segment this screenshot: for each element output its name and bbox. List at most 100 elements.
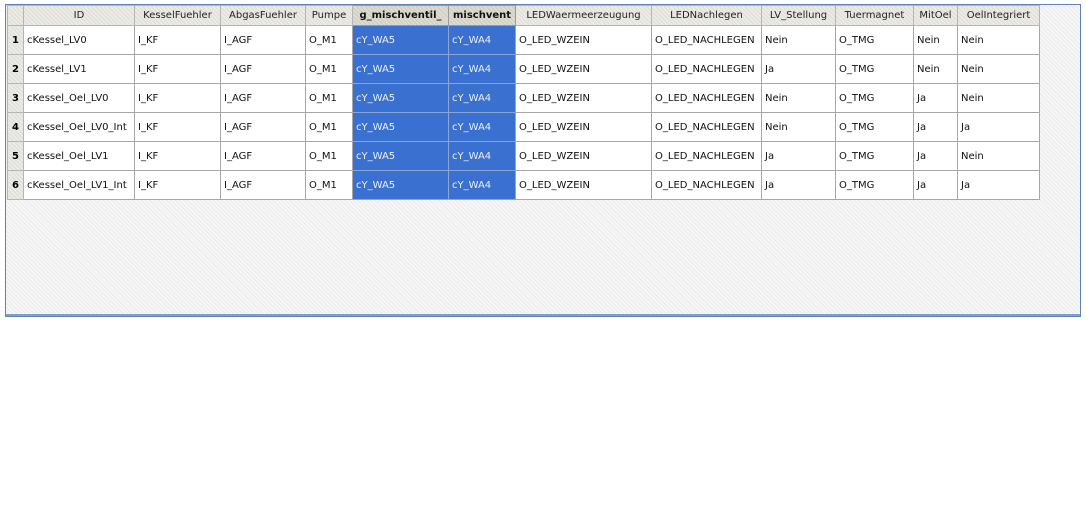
cell[interactable]: Ja bbox=[913, 83, 958, 113]
cell[interactable]: O_LED_WZEIN bbox=[515, 170, 652, 200]
column-header-lv-stellung[interactable]: LV_Stellung bbox=[761, 5, 836, 26]
column-header-g-mischventil[interactable]: g_mischventil_ bbox=[352, 5, 449, 26]
cell[interactable]: O_LED_NACHLEGEN bbox=[651, 83, 762, 113]
cell[interactable]: Nein bbox=[913, 25, 958, 55]
cell[interactable]: I_AGF bbox=[220, 170, 306, 200]
data-table: ID KesselFuehler AbgasFuehler Pumpe g_mi… bbox=[7, 5, 1040, 200]
cell[interactable]: I_KF bbox=[134, 83, 221, 113]
cell[interactable]: Nein bbox=[957, 83, 1040, 113]
cell[interactable]: O_LED_NACHLEGEN bbox=[651, 170, 762, 200]
cell[interactable]: Ja bbox=[761, 170, 836, 200]
column-header-ledwaermeerzeugung[interactable]: LEDWaermeerzeugung bbox=[515, 5, 652, 26]
cell[interactable]: I_AGF bbox=[220, 54, 306, 84]
table-row[interactable]: 3 cKessel_Oel_LV0 I_KF I_AGF O_M1 cY_WA5… bbox=[7, 83, 1040, 113]
column-header-mischvent[interactable]: mischvent bbox=[448, 5, 516, 26]
cell[interactable]: O_LED_NACHLEGEN bbox=[651, 112, 762, 142]
cell[interactable]: Ja bbox=[761, 141, 836, 171]
column-header-kesselfuehler[interactable]: KesselFuehler bbox=[134, 5, 221, 26]
cell[interactable]: O_M1 bbox=[305, 25, 353, 55]
selected-cell[interactable]: cY_WA5 bbox=[352, 170, 449, 200]
row-header[interactable]: 1 bbox=[7, 25, 24, 55]
cell[interactable]: O_TMG bbox=[835, 112, 914, 142]
column-header-tuermagnet[interactable]: Tuermagnet bbox=[835, 5, 914, 26]
cell[interactable]: Nein bbox=[761, 112, 836, 142]
table-row[interactable]: 6 cKessel_Oel_LV1_Int I_KF I_AGF O_M1 cY… bbox=[7, 170, 1040, 200]
column-header-lednachlegen[interactable]: LEDNachlegen bbox=[651, 5, 762, 26]
cell[interactable]: Ja bbox=[913, 141, 958, 171]
cell[interactable]: O_TMG bbox=[835, 141, 914, 171]
selected-cell[interactable]: cY_WA4 bbox=[448, 54, 516, 84]
selected-cell[interactable]: cY_WA5 bbox=[352, 54, 449, 84]
cell[interactable]: Ja bbox=[957, 112, 1040, 142]
cell[interactable]: O_LED_WZEIN bbox=[515, 141, 652, 171]
cell[interactable]: O_M1 bbox=[305, 170, 353, 200]
table-row[interactable]: 1 cKessel_LV0 I_KF I_AGF O_M1 cY_WA5 cY_… bbox=[7, 25, 1040, 55]
row-header[interactable]: 4 bbox=[7, 112, 24, 142]
table-row[interactable]: 4 cKessel_Oel_LV0_Int I_KF I_AGF O_M1 cY… bbox=[7, 112, 1040, 142]
cell[interactable]: I_KF bbox=[134, 112, 221, 142]
cell[interactable]: Nein bbox=[957, 25, 1040, 55]
cell[interactable]: O_TMG bbox=[835, 54, 914, 84]
corner-select-all[interactable] bbox=[7, 5, 24, 26]
cell[interactable]: Nein bbox=[913, 54, 958, 84]
cell[interactable]: Nein bbox=[761, 83, 836, 113]
cell[interactable]: O_M1 bbox=[305, 83, 353, 113]
cell[interactable]: O_TMG bbox=[835, 25, 914, 55]
selected-cell[interactable]: cY_WA4 bbox=[448, 112, 516, 142]
cell[interactable]: O_LED_WZEIN bbox=[515, 112, 652, 142]
cell[interactable]: Ja bbox=[913, 170, 958, 200]
cell[interactable]: Nein bbox=[957, 141, 1040, 171]
cell[interactable]: O_M1 bbox=[305, 112, 353, 142]
row-header[interactable]: 2 bbox=[7, 54, 24, 84]
cell[interactable]: Nein bbox=[761, 25, 836, 55]
cell[interactable]: Nein bbox=[957, 54, 1040, 84]
selected-cell[interactable]: cY_WA4 bbox=[448, 83, 516, 113]
cell[interactable]: cKessel_Oel_LV1_Int bbox=[23, 170, 135, 200]
selected-cell[interactable]: cY_WA5 bbox=[352, 25, 449, 55]
selected-cell[interactable]: cY_WA5 bbox=[352, 112, 449, 142]
cell[interactable]: O_LED_NACHLEGEN bbox=[651, 54, 762, 84]
cell[interactable]: I_KF bbox=[134, 25, 221, 55]
selected-cell[interactable]: cY_WA5 bbox=[352, 141, 449, 171]
row-header[interactable]: 3 bbox=[7, 83, 24, 113]
cell[interactable]: cKessel_Oel_LV0_Int bbox=[23, 112, 135, 142]
cell[interactable]: O_TMG bbox=[835, 170, 914, 200]
table-row[interactable]: 5 cKessel_Oel_LV1 I_KF I_AGF O_M1 cY_WA5… bbox=[7, 141, 1040, 171]
table-row[interactable]: 2 cKessel_LV1 I_KF I_AGF O_M1 cY_WA5 cY_… bbox=[7, 54, 1040, 84]
column-header-pumpe[interactable]: Pumpe bbox=[305, 5, 353, 26]
header-row: ID KesselFuehler AbgasFuehler Pumpe g_mi… bbox=[7, 5, 1040, 26]
cell[interactable]: I_AGF bbox=[220, 112, 306, 142]
cell[interactable]: I_KF bbox=[134, 170, 221, 200]
cell[interactable]: O_M1 bbox=[305, 54, 353, 84]
cell[interactable]: O_LED_NACHLEGEN bbox=[651, 141, 762, 171]
column-header-mitoel[interactable]: MitOel bbox=[913, 5, 958, 26]
column-header-oelintegriert[interactable]: OelIntegriert bbox=[957, 5, 1040, 26]
cell[interactable]: O_LED_NACHLEGEN bbox=[651, 25, 762, 55]
cell[interactable]: O_LED_WZEIN bbox=[515, 83, 652, 113]
cell[interactable]: cKessel_Oel_LV1 bbox=[23, 141, 135, 171]
cell[interactable]: O_M1 bbox=[305, 141, 353, 171]
cell[interactable]: I_AGF bbox=[220, 83, 306, 113]
cell[interactable]: Ja bbox=[913, 112, 958, 142]
cell[interactable]: cKessel_LV0 bbox=[23, 25, 135, 55]
selected-cell[interactable]: cY_WA4 bbox=[448, 170, 516, 200]
cell[interactable]: O_LED_WZEIN bbox=[515, 54, 652, 84]
cell[interactable]: Ja bbox=[761, 54, 836, 84]
cell[interactable]: O_LED_WZEIN bbox=[515, 25, 652, 55]
column-header-abgasfuehler[interactable]: AbgasFuehler bbox=[220, 5, 306, 26]
row-header[interactable]: 5 bbox=[7, 141, 24, 171]
column-header-id[interactable]: ID bbox=[23, 5, 135, 26]
cell[interactable]: I_AGF bbox=[220, 141, 306, 171]
cell[interactable]: I_KF bbox=[134, 54, 221, 84]
cell[interactable]: cKessel_Oel_LV0 bbox=[23, 83, 135, 113]
selected-cell[interactable]: cY_WA4 bbox=[448, 141, 516, 171]
data-grid[interactable]: ID KesselFuehler AbgasFuehler Pumpe g_mi… bbox=[5, 4, 1081, 317]
selected-cell[interactable]: cY_WA5 bbox=[352, 83, 449, 113]
row-header[interactable]: 6 bbox=[7, 170, 24, 200]
cell[interactable]: I_KF bbox=[134, 141, 221, 171]
selected-cell[interactable]: cY_WA4 bbox=[448, 25, 516, 55]
cell[interactable]: cKessel_LV1 bbox=[23, 54, 135, 84]
cell[interactable]: Ja bbox=[957, 170, 1040, 200]
cell[interactable]: O_TMG bbox=[835, 83, 914, 113]
cell[interactable]: I_AGF bbox=[220, 25, 306, 55]
